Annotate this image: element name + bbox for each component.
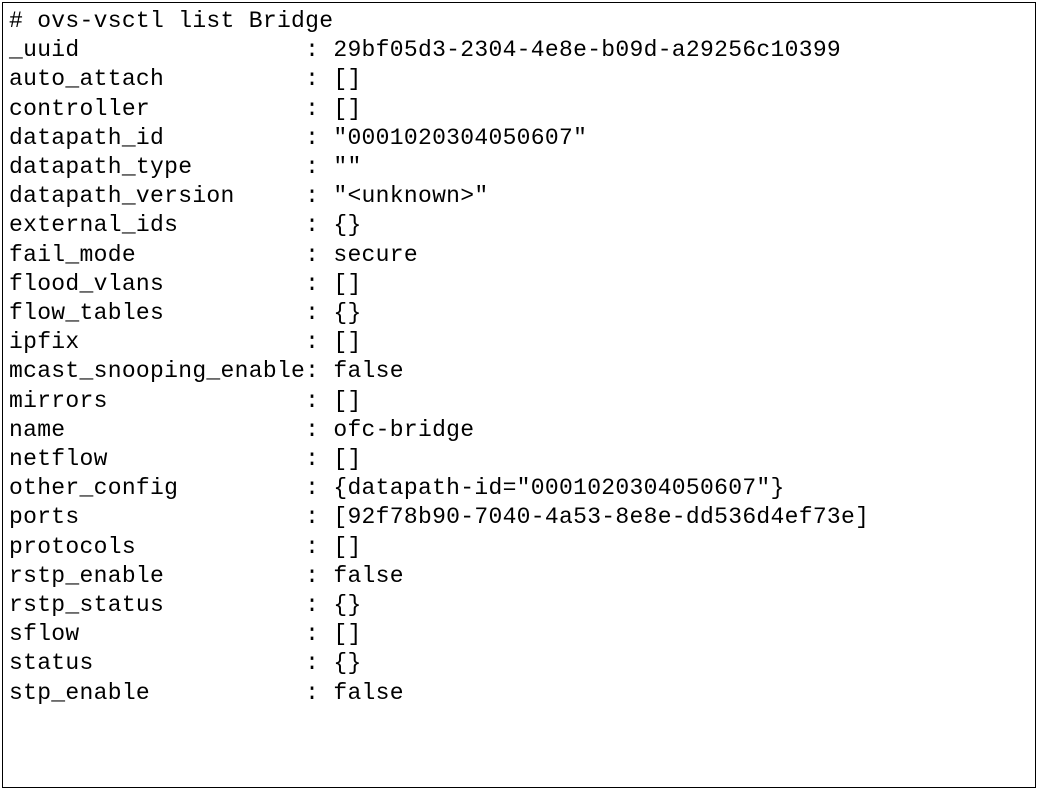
output-row: stp_enable : false — [9, 679, 1029, 708]
output-row: protocols : [] — [9, 533, 1029, 562]
output-row: flow_tables : {} — [9, 299, 1029, 328]
output-row: external_ids : {} — [9, 211, 1029, 240]
output-row: fail_mode : secure — [9, 241, 1029, 270]
output-row: name : ofc-bridge — [9, 416, 1029, 445]
output-row: mcast_snooping_enable: false — [9, 357, 1029, 386]
output-row: flood_vlans : [] — [9, 270, 1029, 299]
output-row: ipfix : [] — [9, 328, 1029, 357]
output-row: rstp_enable : false — [9, 562, 1029, 591]
output-row: controller : [] — [9, 95, 1029, 124]
output-row: rstp_status : {} — [9, 591, 1029, 620]
output-row: datapath_version : "<unknown>" — [9, 182, 1029, 211]
output-row: ports : [92f78b90-7040-4a53-8e8e-dd536d4… — [9, 503, 1029, 532]
output-row: datapath_type : "" — [9, 153, 1029, 182]
output-row: other_config : {datapath-id="00010203040… — [9, 474, 1029, 503]
terminal-output: # ovs-vsctl list Bridge _uuid : 29bf05d3… — [2, 2, 1036, 788]
output-row: status : {} — [9, 649, 1029, 678]
output-row: _uuid : 29bf05d3-2304-4e8e-b09d-a29256c1… — [9, 36, 1029, 65]
output-row: netflow : [] — [9, 445, 1029, 474]
output-row: datapath_id : "0001020304050607" — [9, 124, 1029, 153]
output-row: auto_attach : [] — [9, 65, 1029, 94]
output-row: sflow : [] — [9, 620, 1029, 649]
command-line: # ovs-vsctl list Bridge — [9, 7, 1029, 36]
output-rows: _uuid : 29bf05d3-2304-4e8e-b09d-a29256c1… — [9, 36, 1029, 708]
output-row: mirrors : [] — [9, 387, 1029, 416]
